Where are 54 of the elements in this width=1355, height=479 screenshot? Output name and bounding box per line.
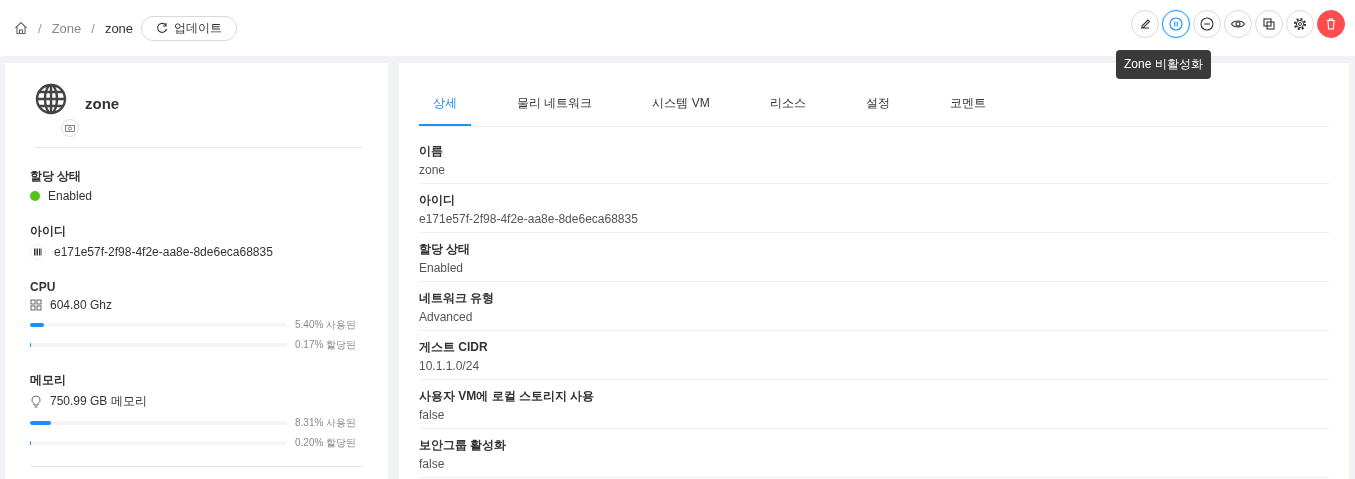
usage-reading: 0.20% 할당된 <box>295 436 357 450</box>
refresh-icon <box>156 22 169 34</box>
section-label: 아이디 <box>30 223 67 240</box>
camera-icon <box>65 124 75 132</box>
tab[interactable]: 코멘트 <box>935 83 1000 126</box>
breadcrumb-separator: / <box>38 20 42 36</box>
globe-icon <box>35 83 67 115</box>
detail-label: 게스트 CIDR <box>419 339 489 356</box>
copy-icon <box>1261 16 1277 32</box>
bulb-icon <box>30 394 42 409</box>
edit-button[interactable] <box>1131 10 1159 38</box>
grid-icon <box>30 299 42 311</box>
breadcrumb-link[interactable]: zone <box>104 20 134 36</box>
id-value: e171e57f-2f98-4f2e-aa8e-8de6eca68835 <box>54 245 273 259</box>
breadcrumb-separator: / <box>91 20 95 36</box>
section-label: 할당 상태 <box>30 168 83 185</box>
tab[interactable]: 물리 네트워크 <box>503 83 607 126</box>
detail-value: Enabled <box>419 261 465 275</box>
tab[interactable]: 시스템 VM <box>638 83 724 126</box>
detail-label: 이름 <box>419 143 444 160</box>
tooltip: Zone 비활성화 <box>1116 50 1211 79</box>
detail-value: false <box>419 457 446 471</box>
tab[interactable]: 설정 <box>851 83 904 126</box>
copy-button[interactable] <box>1255 10 1283 38</box>
usage-reading: 0.17% 할당된 <box>295 338 357 352</box>
detail-value: zone <box>419 163 447 177</box>
view-button[interactable] <box>1224 10 1252 38</box>
section-label: CPU <box>30 280 57 294</box>
detail-label: 할당 상태 <box>419 241 472 258</box>
tab[interactable]: 리소스 <box>755 83 820 126</box>
usage-reading: 5.40% 사용된 <box>295 318 357 332</box>
settings-icon <box>1292 16 1308 32</box>
settings-button[interactable] <box>1286 10 1314 38</box>
detail-label: 사용자 VM에 로컬 스토리지 사용 <box>419 388 596 405</box>
detail-label: 네트워크 유형 <box>419 290 496 307</box>
detail-value: 10.1.1.0/24 <box>419 359 481 373</box>
status-text: Enabled <box>48 189 93 203</box>
minus-button[interactable] <box>1193 10 1221 38</box>
breadcrumb-link[interactable]: Zone <box>51 20 82 36</box>
resource-value: 750.99 GB 메모리 <box>50 393 147 410</box>
detail-label: 아이디 <box>419 192 456 209</box>
barcode-icon <box>30 244 46 260</box>
detail-label: 보안그룹 활성화 <box>419 437 508 454</box>
section-label: 메모리 <box>30 372 67 389</box>
zone-name: zone <box>85 95 120 112</box>
minus-circle-icon <box>1199 16 1215 32</box>
refresh-button[interactable]: 업데이트 <box>141 15 238 41</box>
resource-value: 604.80 Ghz <box>50 298 113 312</box>
detail-value: false <box>419 408 446 422</box>
usage-reading: 8.31% 사용된 <box>295 416 357 430</box>
pause-icon <box>1168 16 1184 32</box>
home-icon[interactable] <box>14 21 28 35</box>
detail-value: e171e57f-2f98-4f2e-aa8e-8de6eca68835 <box>419 212 639 226</box>
detail-value: Advanced <box>419 310 474 324</box>
